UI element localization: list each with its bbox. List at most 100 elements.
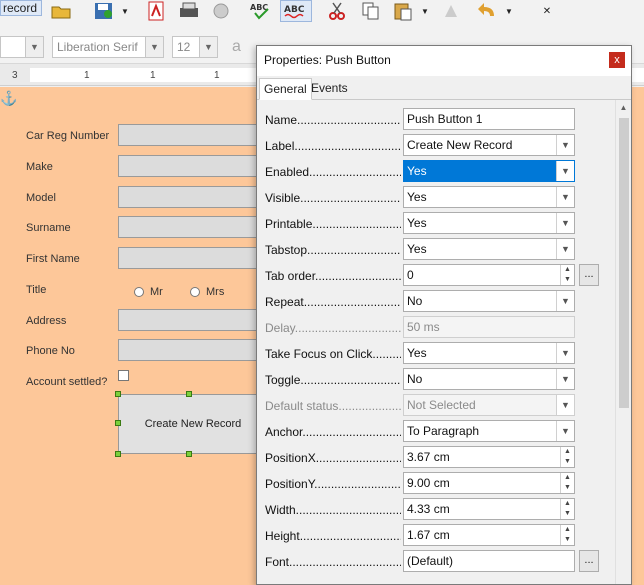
car-reg-field[interactable] bbox=[118, 124, 268, 146]
undo-icon[interactable] bbox=[474, 0, 500, 22]
scroll-up-icon[interactable]: ▲ bbox=[616, 100, 631, 116]
font-name-combo[interactable]: Liberation Serif ▼ bbox=[52, 36, 164, 58]
property-field[interactable]: To Paragraph ▼ bbox=[403, 420, 575, 442]
property-row: Font....................................… bbox=[257, 548, 631, 574]
property-row: Label...................................… bbox=[257, 132, 631, 158]
chevron-down-icon[interactable]: ▼ bbox=[199, 37, 217, 57]
spin-buttons[interactable]: ▲ ▼ bbox=[560, 499, 574, 519]
property-field[interactable]: Yes ▼ bbox=[403, 212, 575, 234]
chevron-down-icon[interactable]: ▼ bbox=[556, 187, 574, 207]
spin-buttons[interactable]: ▲ ▼ bbox=[560, 473, 574, 493]
clone-icon[interactable] bbox=[440, 0, 462, 22]
property-value: To Paragraph bbox=[407, 424, 480, 438]
tab-events[interactable]: Events bbox=[307, 78, 352, 100]
open-icon[interactable] bbox=[48, 0, 74, 22]
address-field[interactable] bbox=[118, 309, 268, 331]
chevron-down-icon[interactable]: ▼ bbox=[420, 0, 430, 22]
chevron-down-icon[interactable]: ▼ bbox=[120, 0, 130, 22]
spin-down-icon[interactable]: ▼ bbox=[561, 535, 574, 545]
create-new-record-button[interactable]: Create New Record bbox=[118, 394, 268, 454]
property-value: 1.67 cm bbox=[407, 528, 450, 542]
chevron-down-icon[interactable]: ▼ bbox=[556, 421, 574, 441]
selection-handle[interactable] bbox=[115, 420, 121, 426]
chevron-down-icon[interactable]: ▼ bbox=[145, 37, 163, 57]
spin-buttons[interactable]: ▲ ▼ bbox=[560, 265, 574, 285]
chevron-down-icon[interactable]: ▼ bbox=[556, 239, 574, 259]
property-value: Create New Record bbox=[407, 138, 513, 152]
phone-field[interactable] bbox=[118, 339, 268, 361]
font-size-combo[interactable]: 12 ▼ bbox=[172, 36, 218, 58]
property-field[interactable]: 0 ▲ ▼ bbox=[403, 264, 575, 286]
surname-field[interactable] bbox=[118, 216, 268, 238]
selection-handle[interactable] bbox=[115, 391, 121, 397]
spin-buttons[interactable]: ▲ ▼ bbox=[560, 525, 574, 545]
chevron-down-icon[interactable]: ▼ bbox=[504, 0, 514, 22]
property-field: Not Selected ▼ bbox=[403, 394, 575, 416]
selection-handle[interactable] bbox=[186, 451, 192, 457]
vertical-scrollbar[interactable]: ▲ bbox=[615, 100, 631, 584]
chevron-down-icon[interactable]: ▼ bbox=[556, 213, 574, 233]
tab-general[interactable]: General bbox=[259, 78, 312, 100]
cut-icon[interactable] bbox=[324, 0, 350, 22]
property-label: Width...................................… bbox=[265, 503, 401, 517]
radio-mrs[interactable] bbox=[190, 287, 200, 297]
property-field[interactable]: Push Button 1 bbox=[403, 108, 575, 130]
chevron-down-icon[interactable]: ▼ bbox=[25, 37, 43, 57]
close-button[interactable]: x bbox=[609, 52, 625, 68]
save-icon[interactable] bbox=[90, 0, 118, 22]
spin-up-icon[interactable]: ▲ bbox=[561, 265, 574, 275]
selection-handle[interactable] bbox=[115, 451, 121, 457]
font-color-icon[interactable]: a bbox=[232, 38, 241, 56]
spin-up-icon[interactable]: ▲ bbox=[561, 473, 574, 483]
record-button[interactable]: record bbox=[0, 0, 42, 16]
export-pdf-icon[interactable] bbox=[144, 0, 168, 22]
account-settled-checkbox[interactable] bbox=[118, 370, 129, 381]
paste-icon[interactable] bbox=[390, 0, 416, 22]
ellipsis-button[interactable]: ... bbox=[579, 550, 599, 572]
paragraph-style-combo[interactable]: ▼ bbox=[0, 36, 44, 58]
spin-down-icon[interactable]: ▼ bbox=[561, 509, 574, 519]
chevron-down-icon[interactable]: ▼ bbox=[556, 291, 574, 311]
chevron-down-icon[interactable]: ▼ bbox=[556, 161, 574, 181]
chevron-down-icon[interactable]: ▼ bbox=[556, 135, 574, 155]
property-row: PositionY...............................… bbox=[257, 470, 631, 496]
property-field[interactable]: 1.67 cm ▲ ▼ bbox=[403, 524, 575, 546]
spin-buttons[interactable]: ▲ ▼ bbox=[560, 447, 574, 467]
spin-up-icon[interactable]: ▲ bbox=[561, 525, 574, 535]
property-field[interactable]: Yes ▼ bbox=[403, 238, 575, 260]
ellipsis-button[interactable]: ... bbox=[579, 264, 599, 286]
property-field[interactable]: No ▼ bbox=[403, 290, 575, 312]
property-field[interactable]: Yes ▼ bbox=[403, 342, 575, 364]
property-field[interactable]: Create New Record ▼ bbox=[403, 134, 575, 156]
spellcheck-icon[interactable]: ABC bbox=[248, 0, 276, 22]
spin-up-icon[interactable]: ▲ bbox=[561, 499, 574, 509]
make-field[interactable] bbox=[118, 155, 268, 177]
print-preview-icon[interactable] bbox=[208, 0, 234, 22]
radio-mr[interactable] bbox=[134, 287, 144, 297]
property-field[interactable]: 3.67 cm ▲ ▼ bbox=[403, 446, 575, 468]
print-icon[interactable] bbox=[176, 0, 202, 22]
selection-handle[interactable] bbox=[186, 391, 192, 397]
anchor-icon[interactable]: ⚓ bbox=[0, 90, 17, 107]
chevron-down-icon[interactable]: ▼ bbox=[556, 343, 574, 363]
property-field[interactable]: 9.00 cm ▲ ▼ bbox=[403, 472, 575, 494]
spin-up-icon[interactable]: ▲ bbox=[561, 447, 574, 457]
property-field[interactable]: (Default) bbox=[403, 550, 575, 572]
property-field[interactable]: Yes ▼ bbox=[403, 160, 575, 182]
property-value: Yes bbox=[407, 164, 427, 178]
property-label: Repeat..................................… bbox=[265, 295, 401, 309]
property-field[interactable]: Yes ▼ bbox=[403, 186, 575, 208]
property-field[interactable]: No ▼ bbox=[403, 368, 575, 390]
spin-down-icon[interactable]: ▼ bbox=[561, 483, 574, 493]
ruler-tick: 1 bbox=[84, 70, 90, 81]
model-field[interactable] bbox=[118, 186, 268, 208]
property-field[interactable]: 4.33 cm ▲ ▼ bbox=[403, 498, 575, 520]
spin-down-icon[interactable]: ▼ bbox=[561, 457, 574, 467]
close-icon[interactable]: ✕ bbox=[540, 0, 554, 22]
copy-icon[interactable] bbox=[358, 0, 384, 22]
scrollbar-thumb[interactable] bbox=[619, 118, 629, 408]
spin-down-icon[interactable]: ▼ bbox=[561, 275, 574, 285]
chevron-down-icon[interactable]: ▼ bbox=[556, 369, 574, 389]
autospell-icon[interactable]: ABC bbox=[280, 0, 312, 22]
first-name-field[interactable] bbox=[118, 247, 268, 269]
